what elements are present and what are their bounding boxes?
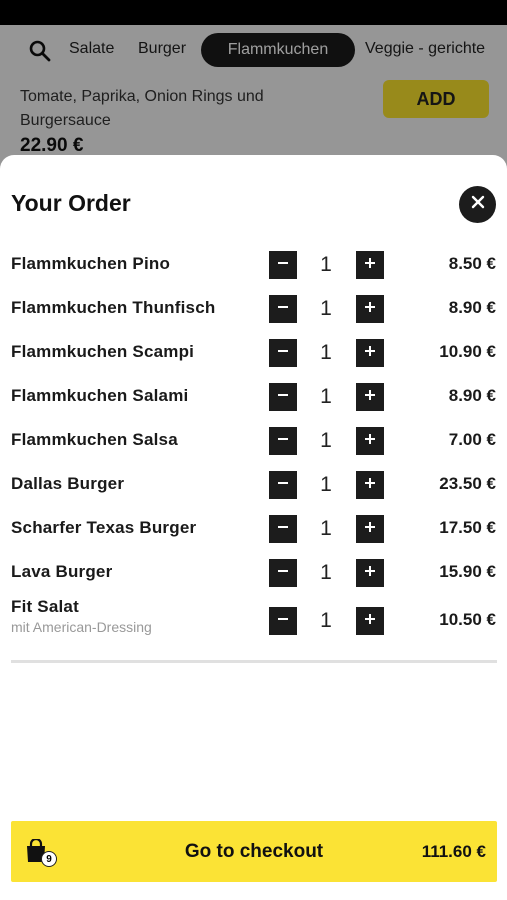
plus-icon [364, 388, 376, 406]
increase-quantity-button[interactable] [356, 427, 384, 455]
order-item-price: 8.90 € [448, 298, 496, 317]
decrease-quantity-button[interactable] [269, 251, 297, 279]
minus-icon [277, 256, 289, 274]
checkout-total: 111.60 € [421, 842, 486, 861]
plus-icon [364, 300, 376, 318]
order-item-name: Flammkuchen Thunfisch [11, 298, 216, 317]
order-sheet: Your Order Flammkuchen Pino 1 8.50 € Flammk… [0, 155, 507, 900]
quantity-value: 1 [320, 429, 332, 452]
decrease-quantity-button[interactable] [269, 471, 297, 499]
increase-quantity-button[interactable] [356, 383, 384, 411]
minus-icon [277, 476, 289, 494]
plus-icon [364, 344, 376, 362]
decrease-quantity-button[interactable] [269, 339, 297, 367]
order-title: Your Order [11, 190, 131, 216]
order-item-row: Scharfer Texas Burger 1 17.50 € [0, 509, 507, 549]
order-item-name: Flammkuchen Pino [11, 254, 171, 273]
minus-icon [277, 564, 289, 582]
order-item-name: Flammkuchen Scampi [11, 342, 195, 361]
order-item-price: 10.90 € [439, 342, 496, 361]
quantity-value: 1 [320, 517, 332, 540]
order-item-price: 10.50 € [439, 610, 496, 629]
order-item-name: Flammkuchen Salami [11, 386, 189, 405]
minus-icon [277, 520, 289, 538]
plus-icon [364, 476, 376, 494]
decrease-quantity-button[interactable] [269, 559, 297, 587]
order-item-name: Lava Burger [11, 562, 113, 581]
decrease-quantity-button[interactable] [269, 515, 297, 543]
order-item-option: mit American-Dressing [11, 619, 152, 635]
order-item-name: Scharfer Texas Burger [11, 518, 197, 537]
quantity-value: 1 [320, 609, 332, 632]
minus-icon [277, 344, 289, 362]
order-item-row: Lava Burger 1 15.90 € [0, 553, 507, 593]
order-item-row: Flammkuchen Scampi 1 10.90 € [0, 333, 507, 373]
increase-quantity-button[interactable] [356, 515, 384, 543]
order-item-row: Flammkuchen Salami 1 8.90 € [0, 377, 507, 417]
quantity-value: 1 [320, 561, 332, 584]
increase-quantity-button[interactable] [356, 607, 384, 635]
quantity-value: 1 [320, 297, 332, 320]
quantity-value: 1 [320, 473, 332, 496]
order-item-price: 8.50 € [448, 254, 496, 273]
order-item-price: 7.00 € [448, 430, 496, 449]
minus-icon [277, 612, 289, 630]
quantity-value: 1 [320, 341, 332, 364]
increase-quantity-button[interactable] [356, 559, 384, 587]
plus-icon [364, 564, 376, 582]
decrease-quantity-button[interactable] [269, 295, 297, 323]
minus-icon [277, 300, 289, 318]
plus-icon [364, 612, 376, 630]
decrease-quantity-button[interactable] [269, 427, 297, 455]
plus-icon [364, 256, 376, 274]
order-item-row: Flammkuchen Pino 1 8.50 € [0, 245, 507, 285]
order-item-row: Flammkuchen Thunfisch 1 8.90 € [0, 289, 507, 329]
increase-quantity-button[interactable] [356, 295, 384, 323]
plus-icon [364, 520, 376, 538]
checkout-button[interactable]: 9 Go to checkout 111.60 € [11, 821, 497, 882]
decrease-quantity-button[interactable] [269, 607, 297, 635]
minus-icon [277, 388, 289, 406]
increase-quantity-button[interactable] [356, 339, 384, 367]
status-bar [0, 0, 507, 25]
order-item-price: 23.50 € [439, 474, 496, 493]
order-item-row: Flammkuchen Salsa 1 7.00 € [0, 421, 507, 461]
order-item-price: 15.90 € [439, 562, 496, 581]
order-item-name: Flammkuchen Salsa [11, 430, 178, 449]
quantity-value: 1 [320, 253, 332, 276]
close-icon [471, 195, 485, 214]
order-item-name: Fit Salat [11, 597, 79, 616]
increase-quantity-button[interactable] [356, 471, 384, 499]
divider [11, 660, 497, 663]
plus-icon [364, 432, 376, 450]
order-item-price: 17.50 € [439, 518, 496, 537]
order-item-price: 8.90 € [448, 386, 496, 405]
increase-quantity-button[interactable] [356, 251, 384, 279]
order-item-row: Fit Salat mit American-Dressing 1 10.50 € [0, 597, 507, 641]
order-item-row: Dallas Burger 1 23.50 € [0, 465, 507, 505]
minus-icon [277, 432, 289, 450]
quantity-value: 1 [320, 385, 332, 408]
order-item-name: Dallas Burger [11, 474, 125, 493]
close-button[interactable] [459, 186, 496, 223]
decrease-quantity-button[interactable] [269, 383, 297, 411]
